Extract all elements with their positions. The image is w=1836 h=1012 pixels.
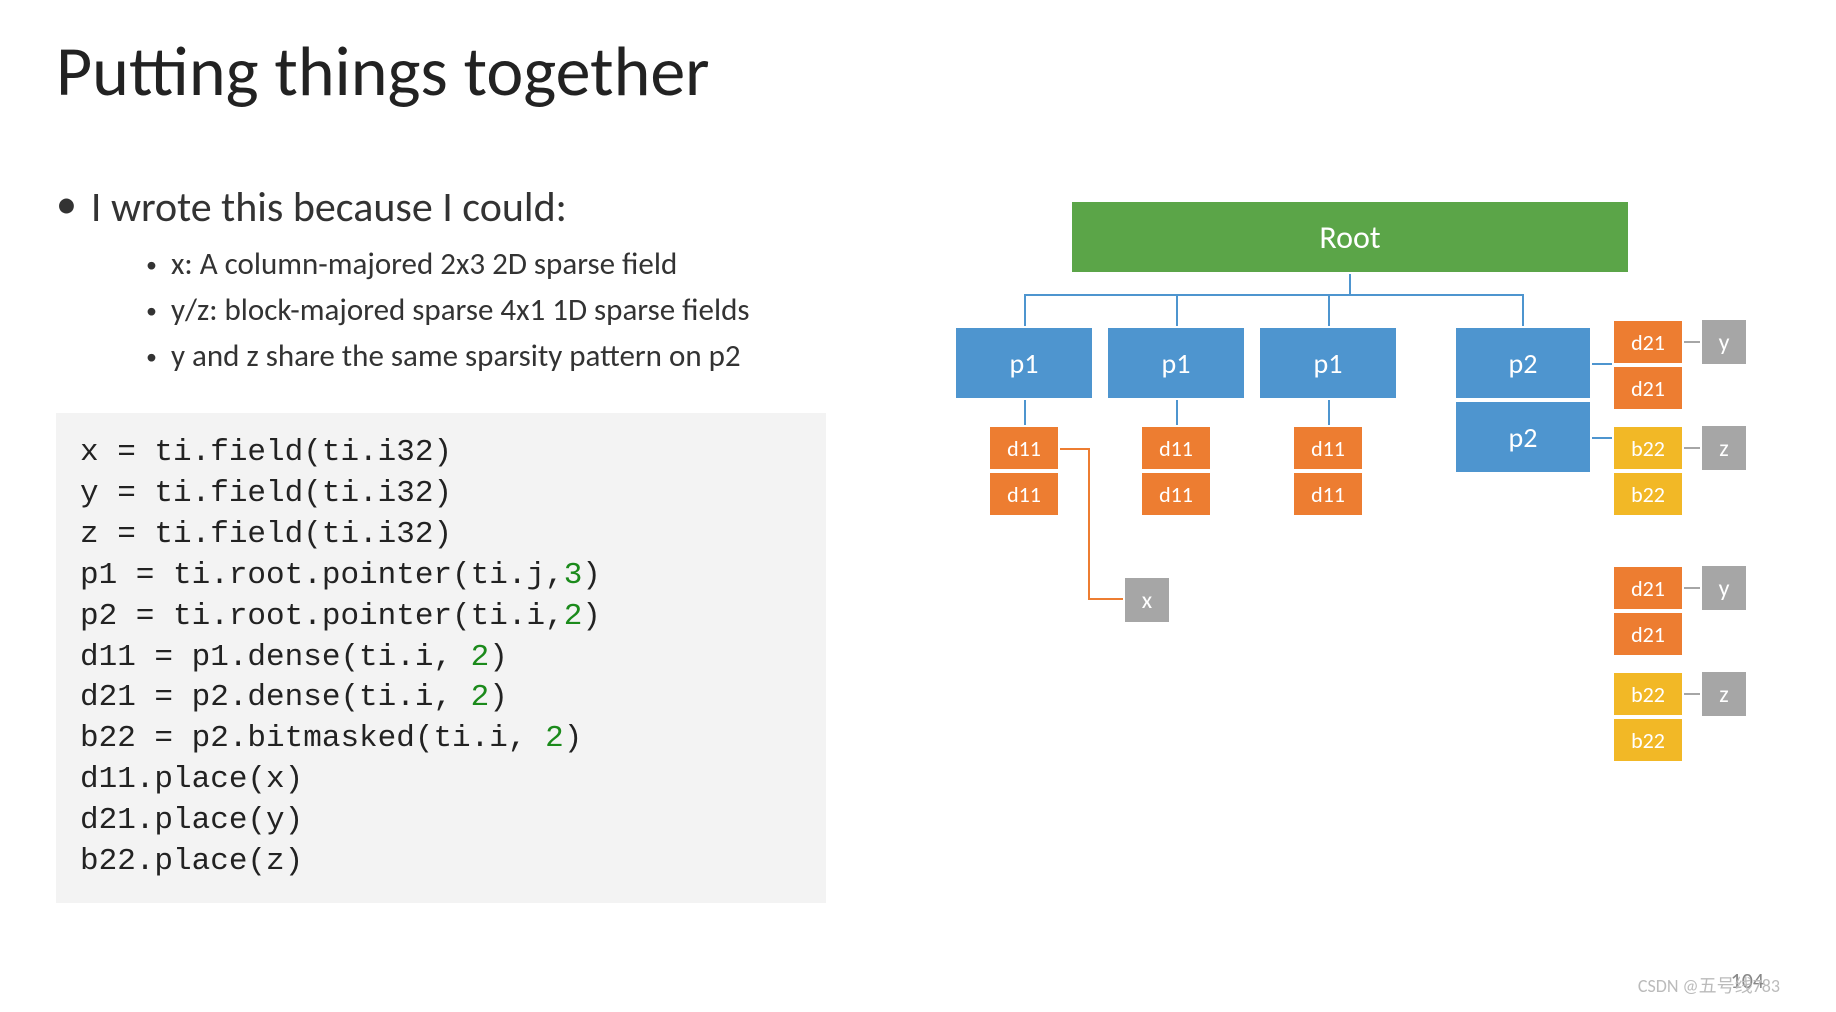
main-bullet: • I wrote this because I could:	[56, 182, 956, 233]
slide: Putting things together • I wrote this b…	[0, 0, 1836, 1012]
p1-node: p1	[1258, 326, 1398, 400]
p2-node: p2	[1454, 326, 1592, 400]
connector-line	[1684, 341, 1700, 343]
d11-node: d11	[1292, 425, 1364, 471]
connector-line	[1592, 437, 1612, 439]
left-column: • I wrote this because I could: •x: A co…	[56, 182, 956, 903]
connector-line	[1684, 447, 1700, 449]
bullet-dot-icon: •	[146, 297, 157, 324]
connector-line	[1684, 693, 1700, 695]
connector-line	[1088, 598, 1124, 600]
b22-node: b22	[1612, 717, 1684, 763]
b22-node: b22	[1612, 671, 1684, 717]
d21-node: d21	[1612, 365, 1684, 411]
connector-line	[1024, 294, 1524, 296]
connector-line	[1328, 400, 1330, 425]
bullet-dot-icon: •	[146, 251, 157, 278]
connector-line	[1060, 448, 1090, 450]
tree-diagram: Root p1 p1 p1 d11 d11 d11 d11 d11 d11 x …	[940, 200, 1836, 980]
d11-node: d11	[1292, 471, 1364, 517]
d21-node: d21	[1612, 611, 1684, 657]
p2-node: p2	[1454, 400, 1592, 474]
d21-node: d21	[1612, 319, 1684, 365]
sub-bullets: •x: A column-majored 2x3 2D sparse field…	[146, 245, 956, 375]
sub-bullet-2: •y/z: block-majored sparse 4x1 1D sparse…	[146, 291, 956, 329]
connector-line	[1176, 294, 1178, 326]
connector-line	[1024, 294, 1026, 326]
watermark: CSDN @五号线783	[1638, 972, 1780, 998]
connector-line	[1024, 400, 1026, 425]
d11-node: d11	[988, 471, 1060, 517]
p1-node: p1	[954, 326, 1094, 400]
connector-line	[1522, 294, 1524, 326]
sub-bullet-3: •y and z share the same sparsity pattern…	[146, 337, 956, 375]
p1-node: p1	[1106, 326, 1246, 400]
connector-line	[1592, 363, 1612, 365]
sub-bullet-1: •x: A column-majored 2x3 2D sparse field	[146, 245, 956, 283]
root-node: Root	[1070, 200, 1630, 274]
connector-line	[1088, 448, 1090, 598]
d11-node: d11	[988, 425, 1060, 471]
y-leaf: y	[1700, 318, 1748, 366]
b22-node: b22	[1612, 425, 1684, 471]
connector-line	[1684, 587, 1700, 589]
d11-node: d11	[1140, 471, 1212, 517]
connector-line	[1176, 400, 1178, 425]
main-bullet-text: I wrote this because I could:	[91, 182, 567, 233]
z-leaf: z	[1700, 670, 1748, 718]
connector-line	[1328, 294, 1330, 326]
bullet-dot-icon: •	[146, 343, 157, 370]
z-leaf: z	[1700, 424, 1748, 472]
b22-node: b22	[1612, 471, 1684, 517]
slide-title: Putting things together	[56, 28, 1780, 114]
d21-node: d21	[1612, 565, 1684, 611]
code-block: x = ti.field(ti.i32) y = ti.field(ti.i32…	[56, 413, 826, 903]
y-leaf: y	[1700, 564, 1748, 612]
bullet-dot-icon: •	[56, 184, 77, 226]
connector-line	[1349, 274, 1351, 294]
d11-node: d11	[1140, 425, 1212, 471]
x-leaf: x	[1123, 576, 1171, 624]
